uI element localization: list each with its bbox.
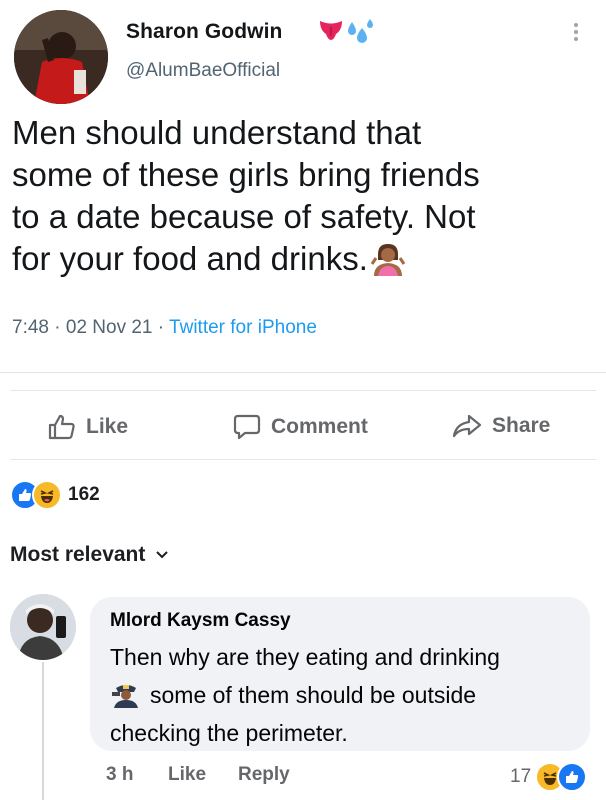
comment-text-line: some of them should be outside bbox=[110, 676, 580, 714]
chevron-down-icon bbox=[156, 551, 169, 559]
tweet-text-line: for your food and drinks. bbox=[12, 238, 598, 280]
tongue-emoji-icon bbox=[320, 21, 342, 40]
comment-reaction-count: 17 bbox=[510, 766, 532, 787]
comment-like-button[interactable]: Like bbox=[168, 764, 206, 786]
haha-reaction-icon bbox=[32, 480, 62, 510]
comment-bubble: Mlord Kaysm Cassy Then why are they eati… bbox=[90, 597, 590, 751]
tweet-time[interactable]: 7:48 bbox=[12, 317, 49, 338]
police-officer-icon bbox=[112, 685, 138, 708]
tweet-divider bbox=[0, 372, 606, 373]
tweet-metadata: 7:48 · 02 Nov 21 · Twitter for iPhone bbox=[12, 317, 317, 339]
comment-sort-dropdown[interactable]: Most relevant bbox=[10, 543, 169, 567]
more-options-icon[interactable] bbox=[572, 20, 580, 44]
tweet-card: Sharon Godwin @AlumBaeOfficial Men shoul… bbox=[0, 0, 606, 373]
tweet-author-handle[interactable]: @AlumBaeOfficial bbox=[126, 60, 280, 82]
comment-text-line: checking the perimeter. bbox=[110, 720, 348, 746]
share-button[interactable]: Share bbox=[452, 414, 550, 438]
sweat-droplets-icon bbox=[348, 19, 373, 43]
comment-button-label: Comment bbox=[271, 415, 368, 438]
commenter-name[interactable]: Mlord Kaysm Cassy bbox=[110, 610, 291, 632]
person-shrugging-icon bbox=[370, 244, 406, 276]
comment-reactions[interactable]: 17 bbox=[510, 762, 588, 792]
tweet-source[interactable]: Twitter for iPhone bbox=[169, 317, 317, 338]
tweet-author-name[interactable]: Sharon Godwin bbox=[126, 20, 282, 44]
tweet-text-line: some of these girls bring friends bbox=[12, 156, 480, 193]
tweet-text-line: Men should understand that bbox=[12, 114, 422, 151]
tweet-author-avatar[interactable] bbox=[14, 10, 108, 104]
meta-separator: · bbox=[157, 317, 165, 338]
like-reaction-icon bbox=[557, 762, 588, 792]
comment-sort-label: Most relevant bbox=[10, 543, 146, 566]
like-button-label: Like bbox=[86, 415, 129, 438]
comment-reply-button[interactable]: Reply bbox=[238, 764, 290, 786]
actions-top-divider bbox=[10, 390, 596, 391]
comment-text-line: Then why are they eating and drinking bbox=[110, 644, 500, 670]
tweet-text-line-content: for your food and drinks. bbox=[12, 240, 368, 277]
comment-text: Then why are they eating and drinking so… bbox=[110, 638, 580, 752]
comment-button[interactable]: Comment bbox=[233, 414, 368, 440]
share-button-label: Share bbox=[492, 414, 551, 437]
comment-timestamp[interactable]: 3 h bbox=[106, 764, 133, 786]
tweet-text: Men should understand that some of these… bbox=[12, 112, 598, 280]
meta-separator: · bbox=[54, 317, 61, 338]
actions-bottom-divider bbox=[10, 459, 596, 460]
comment-bubble-icon bbox=[233, 414, 261, 440]
author-name-emojis bbox=[318, 18, 376, 44]
commenter-avatar[interactable] bbox=[10, 594, 76, 660]
share-arrow-icon bbox=[452, 414, 482, 438]
reactions-summary[interactable]: 162 bbox=[10, 480, 100, 510]
thumbs-up-icon bbox=[48, 414, 75, 440]
comment-text-line-content: some of them should be outside bbox=[150, 682, 477, 708]
like-button[interactable]: Like bbox=[48, 414, 128, 440]
tweet-date[interactable]: 02 Nov 21 bbox=[66, 317, 153, 338]
reply-thread-line bbox=[42, 662, 44, 800]
reaction-count: 162 bbox=[68, 484, 100, 505]
tweet-text-line: to a date because of safety. Not bbox=[12, 198, 476, 235]
